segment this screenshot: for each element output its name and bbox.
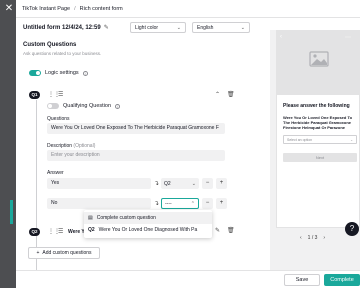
description-label-text: Description — [47, 143, 73, 149]
plus-icon: + — [36, 250, 40, 256]
share-icon: ⋯ — [345, 35, 351, 41]
breadcrumb: TikTok Instant Page / Rich content form — [16, 0, 360, 18]
qualifying-label: Qualifying Question — [63, 103, 111, 109]
preview-title: Please answer the following — [283, 103, 350, 109]
breadcrumb-page: Rich content form — [79, 5, 123, 12]
target-dropdown-menu: ▤ Complete custom question Q2 Were You O… — [84, 210, 212, 238]
qualifying-row: Qualifying Question i — [47, 103, 120, 109]
add-button-label: Add custom questions — [42, 250, 92, 256]
description-optional: (Optional) — [73, 143, 96, 149]
breadcrumb-app[interactable]: TikTok Instant Page — [22, 6, 70, 12]
theme-select[interactable]: Light color ⌄ — [130, 22, 186, 33]
answer-target-value: Q2 — [164, 180, 171, 187]
backdrop-strip — [0, 0, 16, 288]
preview-panel: ‹ ⋯ Please answer the following Were You… — [270, 30, 360, 280]
chevron-up-icon: ⌃ — [190, 200, 195, 207]
hero-image-placeholder: ‹ ⋯ — [277, 31, 359, 95]
dropdown-item-label: Complete custom question — [96, 215, 156, 221]
help-icon[interactable]: ? — [345, 222, 359, 236]
answer-target-select-open[interactable]: ---- ⌃ — [161, 198, 199, 209]
answer-target-select[interactable]: Q2 ⌄ — [161, 178, 199, 189]
dropdown-item-badge: Q2 — [88, 227, 95, 233]
theme-select-value: Light color — [135, 24, 159, 31]
dropdown-item-complete[interactable]: ▤ Complete custom question — [84, 212, 212, 224]
dropdown-item-q2[interactable]: Q2 Were You Or Loved One Diagnosed With … — [84, 224, 212, 236]
remove-answer-button[interactable]: − — [202, 198, 213, 209]
preview-question: Were You Or Loved One Exposed To The Her… — [283, 115, 353, 130]
breadcrumb-separator: / — [74, 5, 76, 12]
list-icon: ☰ — [58, 92, 64, 98]
preview-next-button[interactable]: Next — [283, 153, 357, 162]
logic-settings-row: Logic settings i — [29, 70, 88, 76]
branch-icon: ↴ — [154, 181, 160, 187]
form-title: Untitled form 12/4/24, 12:59 — [23, 25, 101, 31]
collapse-icon[interactable]: ⌃ — [215, 92, 220, 98]
footer-bar: Save Complete — [16, 270, 360, 288]
info-icon[interactable]: i — [115, 103, 120, 109]
chevron-down-icon: ⌄ — [350, 137, 353, 142]
complete-button[interactable]: Complete — [324, 274, 360, 286]
section-subtitle: Ask questions related to your business. — [23, 51, 102, 56]
description-label: Description (Optional) — [47, 143, 95, 149]
branch-icon: ↴ — [154, 201, 160, 207]
dropdown-item-label: Were You Or Loved One Diagnosed With Pa — [98, 227, 198, 233]
logic-settings-label: Logic settings — [45, 70, 79, 76]
section-title: Custom Questions — [23, 42, 77, 48]
prev-page-icon[interactable]: ‹ — [300, 235, 302, 241]
answer-input-no[interactable]: No — [47, 198, 151, 209]
phone-preview: ‹ ⋯ Please answer the following Were You… — [276, 30, 360, 228]
remove-answer-button[interactable]: − — [202, 178, 213, 189]
next-page-icon[interactable]: › — [323, 235, 325, 241]
form-editor-modal: TikTok Instant Page / Rich content form … — [16, 0, 360, 288]
preview-select[interactable]: Select an option ⌄ — [283, 135, 357, 144]
edit-pencil-icon[interactable]: ✎ — [104, 25, 110, 31]
delete-icon[interactable]: 🗑 — [227, 228, 235, 234]
chevron-down-icon: ⌄ — [176, 24, 181, 31]
chevron-down-icon: ⌄ — [191, 180, 196, 187]
form-icon: ▤ — [88, 215, 93, 221]
close-icon[interactable]: ✕ — [4, 4, 14, 14]
page-indicator: 1 / 3 — [307, 235, 318, 241]
delete-icon[interactable]: 🗑 — [227, 92, 235, 98]
preview-pager: ‹ 1 / 3 › — [300, 235, 325, 241]
q1-badge: Q1 — [29, 91, 40, 99]
answer-label: Answer — [47, 170, 64, 176]
answer-target-value: ---- — [165, 200, 172, 207]
qualifying-toggle[interactable] — [47, 103, 59, 109]
question-input[interactable]: Were You Or Loved One Exposed To The Her… — [47, 123, 225, 134]
backdrop-accent — [10, 200, 13, 224]
info-icon[interactable]: i — [82, 70, 88, 76]
add-custom-questions-button[interactable]: + Add custom questions — [28, 247, 100, 259]
add-answer-button[interactable]: + — [216, 178, 227, 189]
q2-badge: Q2 — [29, 228, 40, 236]
question-card-q1: Q1 ⋮⋮ ☰ ⌃ 🗑 Qualifying Question i Questi… — [27, 86, 255, 224]
back-icon: ‹ — [280, 34, 282, 40]
edit-icon[interactable]: ✎ — [215, 228, 220, 234]
questions-label: Questions — [47, 116, 70, 122]
chevron-down-icon: ⌄ — [240, 24, 245, 31]
language-select[interactable]: English ⌄ — [192, 22, 250, 33]
language-select-value: English — [197, 24, 214, 31]
image-icon — [309, 51, 329, 67]
answer-input-yes[interactable]: Yes — [47, 178, 151, 189]
q2-title: Were Y — [68, 229, 85, 235]
description-input[interactable]: Enter your description — [47, 150, 225, 161]
logic-settings-toggle[interactable] — [29, 70, 41, 76]
preview-select-placeholder: Select an option — [287, 137, 313, 142]
save-button[interactable]: Save — [284, 274, 320, 286]
add-answer-button[interactable]: + — [216, 198, 227, 209]
list-icon: ☰ — [58, 229, 64, 235]
